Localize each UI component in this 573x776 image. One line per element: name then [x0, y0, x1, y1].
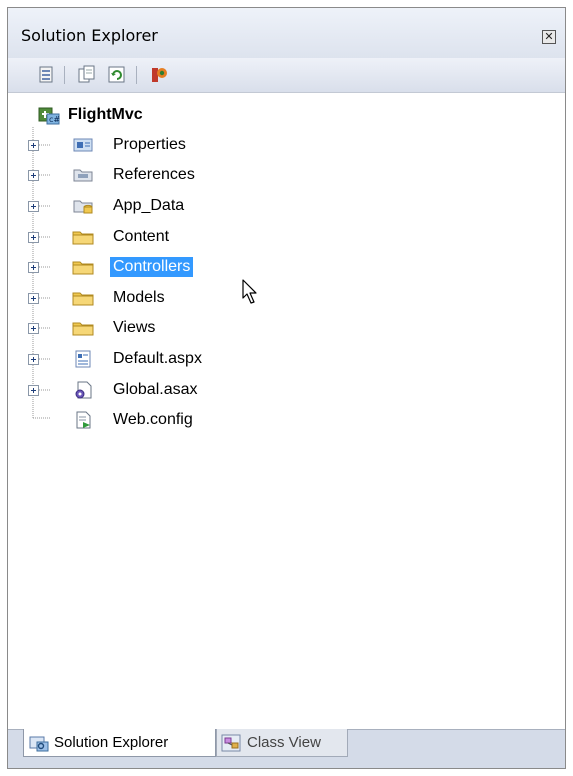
folder-icon	[72, 261, 94, 275]
tree-node-label: App_Data	[113, 197, 185, 214]
expand-toggle[interactable]	[28, 170, 39, 181]
expand-toggle[interactable]	[28, 323, 39, 334]
show-all-files-button[interactable]	[76, 65, 98, 85]
refresh-icon	[108, 66, 125, 83]
expand-toggle[interactable]	[28, 232, 39, 243]
tree-node-label: Content	[113, 228, 170, 245]
folder-icon	[72, 322, 94, 336]
folder-icon	[72, 231, 94, 245]
tree-node-label: Properties	[113, 136, 186, 153]
bottom-tab-strip: Solution Explorer Class View	[8, 729, 565, 768]
tree-node-views[interactable]: Views	[28, 316, 328, 342]
tree-node-app-data[interactable]: App_Data	[28, 194, 328, 220]
tree-node-label: Global.asax	[113, 381, 198, 398]
project-root-label: FlightMvc	[68, 106, 143, 123]
app-data-folder-icon	[73, 200, 93, 214]
expand-toggle[interactable]	[28, 385, 39, 396]
tab-class-view[interactable]: Class View	[216, 729, 348, 757]
tree-node-models[interactable]: Models	[28, 286, 328, 312]
references-icon	[73, 169, 93, 182]
tree-node-references[interactable]: References	[28, 163, 328, 189]
aspx-file-icon	[75, 350, 91, 368]
tab-solution-explorer[interactable]: Solution Explorer	[23, 729, 216, 757]
tree-node-default-aspx[interactable]: Default.aspx	[28, 347, 328, 373]
solution-tree[interactable]: c# FlightMvc Properties References App_D…	[8, 93, 565, 730]
tree-node-label: Web.config	[113, 411, 193, 428]
svg-text:c#: c#	[49, 115, 60, 124]
tree-node-label: Views	[113, 319, 156, 336]
tab-label: Solution Explorer	[54, 734, 169, 751]
csharp-project-icon: c#	[38, 107, 60, 125]
show-all-files-icon	[78, 65, 95, 83]
expand-toggle[interactable]	[28, 262, 39, 273]
properties-button[interactable]	[36, 65, 58, 85]
solution-explorer-icon	[29, 736, 49, 751]
folder-icon	[72, 292, 94, 306]
tree-node-label: Default.aspx	[113, 350, 202, 367]
mouse-cursor-icon	[242, 279, 257, 304]
tree-node-properties[interactable]: Properties	[28, 133, 328, 159]
title-bar[interactable]: Solution Explorer ✕	[8, 8, 565, 58]
tab-label: Class View	[247, 734, 321, 751]
properties-icon	[39, 66, 53, 83]
config-file-icon	[76, 411, 91, 429]
tree-node-label-selected: Controllers	[110, 257, 194, 277]
window-title: Solution Explorer	[21, 26, 158, 45]
expand-toggle[interactable]	[28, 354, 39, 365]
asax-file-icon	[75, 381, 92, 399]
tree-node-controllers[interactable]: Controllers	[28, 255, 328, 281]
tree-node-web-config[interactable]: Web.config	[28, 408, 328, 434]
expand-toggle[interactable]	[28, 293, 39, 304]
tree-node-label: References	[113, 166, 195, 183]
expand-toggle[interactable]	[28, 140, 39, 151]
toolbar	[8, 58, 565, 93]
refresh-button[interactable]	[106, 65, 128, 85]
expand-toggle[interactable]	[28, 201, 39, 212]
solution-explorer-window: Solution Explorer ✕ c# FlightMvc Propert…	[7, 7, 566, 769]
properties-folder-icon	[73, 138, 93, 152]
tree-node-global-asax[interactable]: Global.asax	[28, 378, 328, 404]
class-diagram-icon	[152, 68, 167, 82]
tree-node-label: Models	[113, 289, 165, 306]
project-root-node[interactable]: c# FlightMvc	[38, 103, 143, 127]
class-view-icon	[221, 734, 241, 751]
close-button[interactable]: ✕	[542, 30, 556, 44]
view-class-diagram-button[interactable]	[148, 65, 170, 85]
tree-node-content[interactable]: Content	[28, 225, 328, 251]
